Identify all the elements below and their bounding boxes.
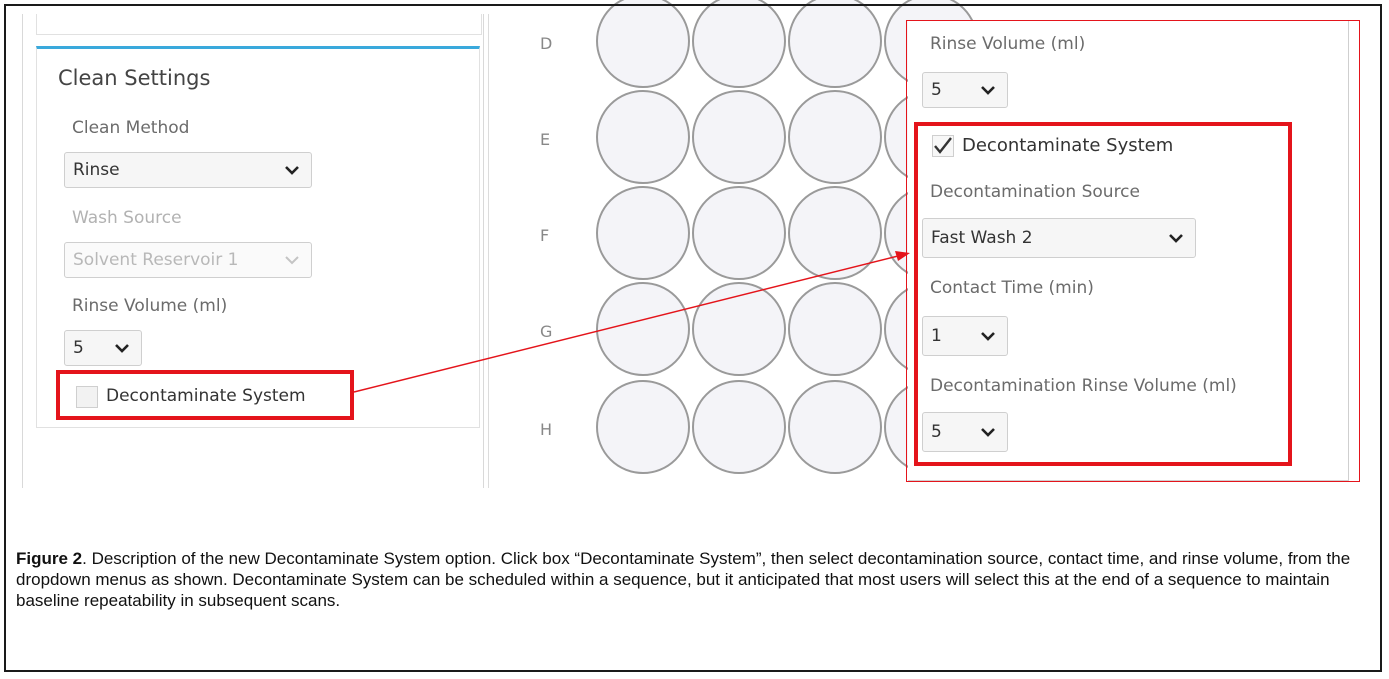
figure-label: Figure 2 [16, 549, 83, 568]
figure-caption-text: . Description of the new Decontaminate S… [16, 549, 1351, 610]
figure-caption: Figure 2. Description of the new Deconta… [16, 548, 1356, 611]
